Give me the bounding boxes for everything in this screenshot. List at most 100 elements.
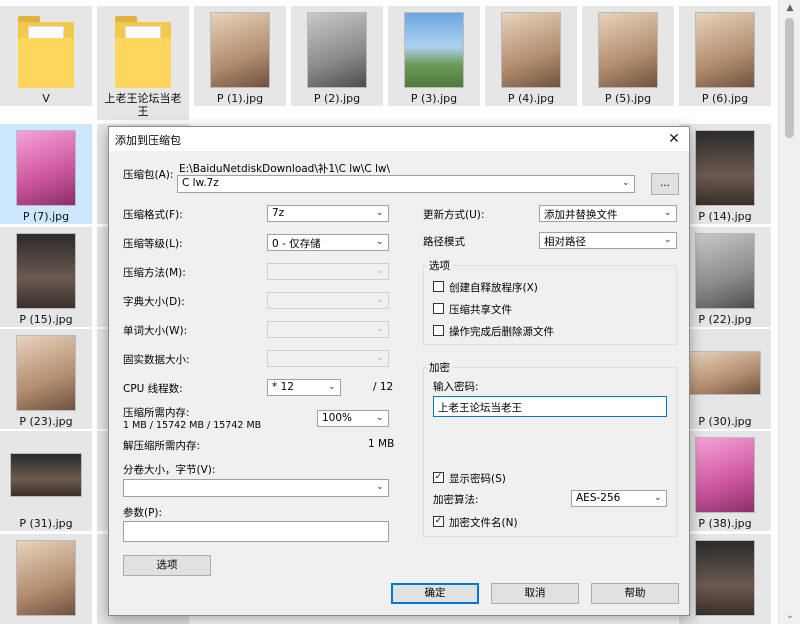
chevron-down-icon: ⌄ [376,237,384,247]
archive-label: 压缩包(A): [123,169,174,181]
image-tile[interactable]: P (1).jpg [194,6,286,106]
path-mode-label: 路径模式 [423,236,465,248]
tile-label: P (2).jpg [313,92,361,105]
show-password-label: 显示密码(S) [449,473,506,485]
image-thumbnail [16,335,76,411]
image-tile[interactable]: P (5).jpg [582,6,674,106]
image-thumbnail [695,130,755,206]
decompress-memory-label: 解压缩所需内存: [123,440,201,452]
tile-label: P (14).jpg [698,210,752,223]
scroll-down-icon[interactable]: ⌄ [779,608,800,624]
image-tile[interactable]: P (31).jpg [0,431,92,531]
ok-button[interactable]: 确定 [391,583,479,604]
memory-label: 压缩所需内存: [123,407,190,419]
update-mode-select[interactable]: 添加并替换文件 ⌄ [539,205,677,222]
chevron-down-icon: ⌄ [622,178,630,188]
word-select: ⌄ [267,321,389,338]
path-mode-value: 相对路径 [544,236,586,248]
tile-label: P (30).jpg [698,415,752,428]
image-thumbnail [695,12,755,88]
params-input[interactable] [123,521,389,542]
image-thumbnail [210,12,270,88]
path-mode-select[interactable]: 相对路径 ⌄ [539,232,677,249]
archive-path: E:\BaiduNetdiskDownload\补1\C lw\C lw\ [179,163,391,175]
image-tile[interactable]: P (2).jpg [291,6,383,106]
image-tile[interactable]: P (38).jpg [679,431,771,531]
dict-select: ⌄ [267,292,389,309]
show-password-checkbox[interactable]: ✓ [433,472,444,483]
scrollbar-thumb[interactable] [785,18,794,138]
close-icon[interactable]: ✕ [659,127,689,151]
password-label: 输入密码: [433,381,479,393]
chevron-down-icon: ⌄ [654,493,662,503]
memory-detail: 1 MB / 15742 MB / 15742 MB [123,420,262,431]
memory-value: 100% [322,412,353,424]
browse-button[interactable]: ... [651,173,679,195]
tile-label: P (6).jpg [701,92,749,105]
archive-name-combo[interactable]: C lw.7z ⌄ [177,175,635,193]
encrypt-names-label: 加密文件名(N) [449,517,518,529]
format-value: 7z [272,207,285,219]
dialog-titlebar[interactable]: 添加到压缩包 ✕ [109,127,689,151]
folder-icon [115,16,171,88]
image-thumbnail [307,12,367,88]
split-size-combo[interactable]: ⌄ [123,479,389,497]
image-tile[interactable]: P (3).jpg [388,6,480,106]
word-label: 单词大小(W): [123,325,188,337]
encryption-method-select[interactable]: AES-256 ⌄ [571,490,667,507]
folder-tile-v[interactable]: V [0,6,92,106]
cpu-label: CPU 线程数: [123,383,183,395]
password-input[interactable]: 上老王论坛当老王 [433,396,667,417]
image-thumbnail [501,12,561,88]
image-tile[interactable]: P (23).jpg [0,329,92,429]
delete-after-checkbox[interactable] [433,325,444,336]
add-to-archive-dialog: 添加到压缩包 ✕ 压缩包(A): E:\BaiduNetdiskDownload… [108,126,690,616]
image-tile[interactable]: P (15).jpg [0,227,92,327]
encryption-method-label: 加密算法: [433,494,479,506]
image-thumbnail [695,540,755,616]
level-select[interactable]: 0 - 仅存储 ⌄ [267,234,389,251]
image-tile[interactable]: P (14).jpg [679,124,771,224]
image-tile[interactable]: P (4).jpg [485,6,577,106]
folder-tile-laowang[interactable]: 上老王论坛当老王 [97,6,189,120]
options-group-title: 选项 [427,258,452,273]
format-label: 压缩格式(F): [123,209,183,221]
scroll-up-icon[interactable]: ▲ [779,0,800,16]
encryption-group-title: 加密 [427,360,452,375]
encrypt-names-checkbox[interactable]: ✓ [433,516,444,527]
image-thumbnail [404,12,464,88]
image-thumbnail [16,130,76,206]
image-thumbnail [16,540,76,616]
image-tile-selected[interactable]: P (7).jpg [0,124,92,224]
chevron-down-icon: ⌄ [664,208,672,218]
image-tile[interactable] [0,534,92,624]
update-mode-value: 添加并替换文件 [544,209,618,221]
format-select[interactable]: 7z ⌄ [267,205,389,222]
image-tile[interactable]: P (22).jpg [679,227,771,327]
method-label: 压缩方法(M): [123,267,186,279]
cpu-total: / 12 [373,381,394,393]
chevron-down-icon: ⌄ [376,482,384,492]
tile-label: 上老王论坛当老王 [104,92,182,118]
cpu-select[interactable]: * 12 ⌄ [267,379,341,396]
cancel-button[interactable]: 取消 [491,583,579,604]
memory-select[interactable]: 100% ⌄ [317,410,389,427]
split-label: 分卷大小，字节(V): [123,464,216,476]
tile-label: P (23).jpg [19,415,73,428]
vertical-scrollbar[interactable]: ▲ ⌄ [778,0,800,624]
options-button[interactable]: 选项 [123,555,211,576]
sfx-checkbox[interactable] [433,281,444,292]
chevron-down-icon: ⌄ [376,208,384,218]
image-thumbnail [16,233,76,309]
solid-label: 固实数据大小: [123,354,190,366]
chevron-down-icon: ⌄ [376,295,384,305]
chevron-down-icon: ⌄ [376,266,384,276]
shared-files-checkbox[interactable] [433,303,444,314]
tile-label: P (38).jpg [698,517,752,530]
image-tile[interactable]: P (30).jpg [679,329,771,429]
update-mode-label: 更新方式(U): [423,209,485,221]
image-tile[interactable] [679,534,771,624]
method-select: ⌄ [267,263,389,280]
image-tile[interactable]: P (6).jpg [679,6,771,106]
help-button[interactable]: 帮助 [591,583,679,604]
